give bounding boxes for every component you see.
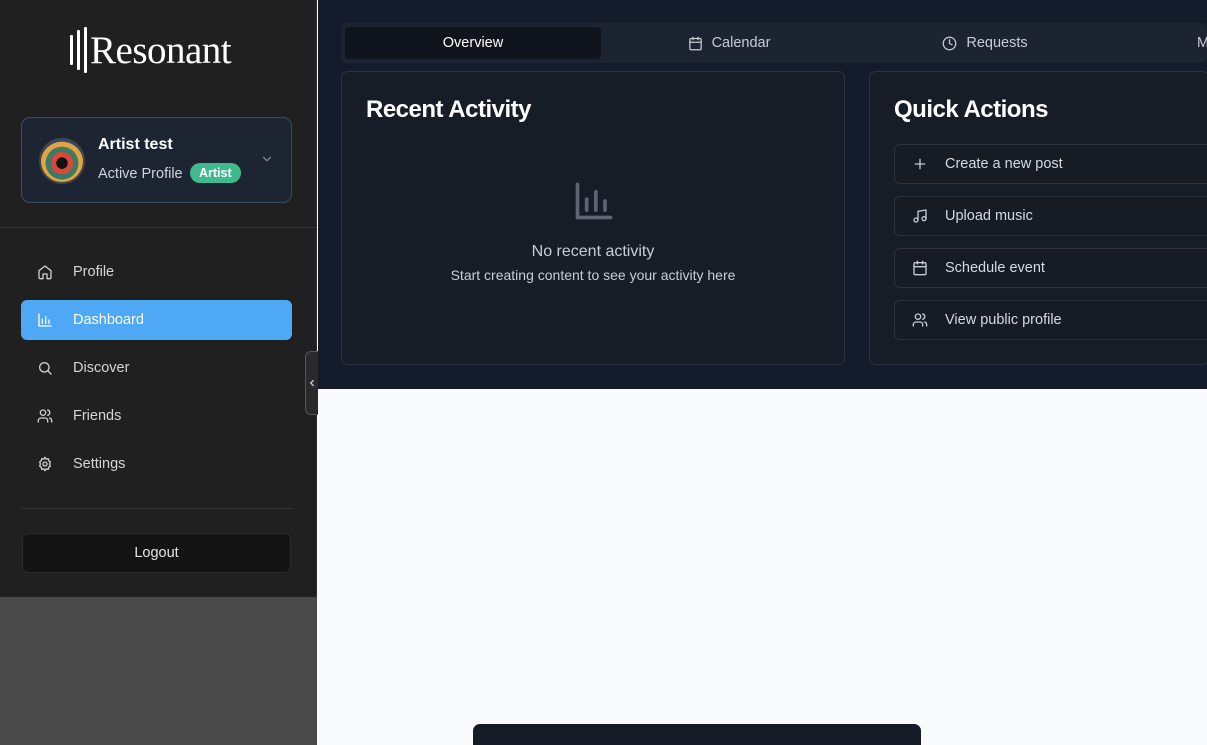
users-icon (37, 408, 53, 424)
button-label: Create a new post (945, 156, 1063, 172)
sidebar-item-label: Settings (73, 456, 126, 472)
sidebar-item-friends[interactable]: Friends (21, 396, 292, 436)
dashboard-tabs: Overview Calendar Requests M (341, 23, 1207, 63)
calendar-icon (688, 36, 703, 51)
create-post-button[interactable]: Create a new post (894, 144, 1207, 184)
calendar-icon (912, 260, 928, 276)
music-note-icon (912, 208, 928, 224)
clock-icon (942, 36, 957, 51)
sidebar-item-dashboard[interactable]: Dashboard (21, 300, 292, 340)
button-label: View public profile (945, 312, 1062, 328)
sidebar-item-settings[interactable]: Settings (21, 444, 292, 484)
upload-music-button[interactable]: Upload music (894, 196, 1207, 236)
collapse-sidebar-button[interactable] (305, 351, 318, 415)
brand-logo[interactable]: Resonant (70, 27, 232, 73)
profile-status: Active Profile (98, 166, 183, 182)
search-icon (37, 360, 53, 376)
sidebar-item-label: Profile (73, 264, 115, 280)
chevron-left-icon (310, 379, 314, 387)
plus-icon (912, 156, 928, 172)
tab-more[interactable]: M (1197, 27, 1207, 59)
tab-label: Requests (966, 35, 1028, 51)
profile-switcher[interactable]: Artist test Active Profile Artist (21, 117, 292, 203)
home-icon (37, 264, 53, 280)
gear-icon (37, 456, 53, 472)
card-title: Recent Activity (366, 96, 532, 123)
empty-state-subtitle: Start creating content to see your activ… (450, 267, 736, 283)
tab-overview[interactable]: Overview (345, 27, 601, 59)
divider (21, 508, 292, 509)
bar-chart-icon (37, 312, 53, 328)
avatar (39, 138, 85, 184)
recent-activity-card: Recent Activity No recent activity Start… (341, 71, 845, 365)
tab-requests[interactable]: Requests (857, 27, 1113, 59)
profile-name: Artist test (98, 136, 173, 153)
view-public-profile-button[interactable]: View public profile (894, 300, 1207, 340)
role-badge: Artist (190, 163, 241, 183)
sidebar-item-label: Friends (73, 408, 122, 424)
users-icon (912, 312, 928, 328)
tab-label: M (1197, 35, 1207, 51)
tab-label: Calendar (711, 35, 771, 51)
button-label: Schedule event (945, 260, 1045, 276)
button-label: Upload music (945, 208, 1033, 224)
sidebar-item-discover[interactable]: Discover (21, 348, 292, 388)
footer-panel (473, 724, 921, 745)
tab-calendar[interactable]: Calendar (601, 27, 857, 59)
empty-state-title: No recent activity (531, 243, 655, 260)
logout-button[interactable]: Logout (22, 533, 291, 573)
bar-chart-icon (575, 182, 613, 220)
sidebar-item-label: Dashboard (73, 312, 144, 328)
card-title: Quick Actions (894, 96, 1048, 123)
sidebar-footer-area (0, 597, 317, 745)
quick-actions-card: Quick Actions Create a new post Upload m… (869, 71, 1207, 365)
chevron-down-icon[interactable] (260, 152, 274, 166)
schedule-event-button[interactable]: Schedule event (894, 248, 1207, 288)
sidebar: Resonant Artist test Active Profile Arti… (0, 0, 317, 597)
sidebar-item-label: Discover (73, 360, 130, 376)
sidebar-item-profile[interactable]: Profile (21, 252, 292, 292)
divider (0, 227, 317, 228)
tab-label: Overview (442, 35, 504, 51)
brand-name: Resonant (90, 28, 232, 72)
logo-bars-icon (70, 27, 87, 73)
